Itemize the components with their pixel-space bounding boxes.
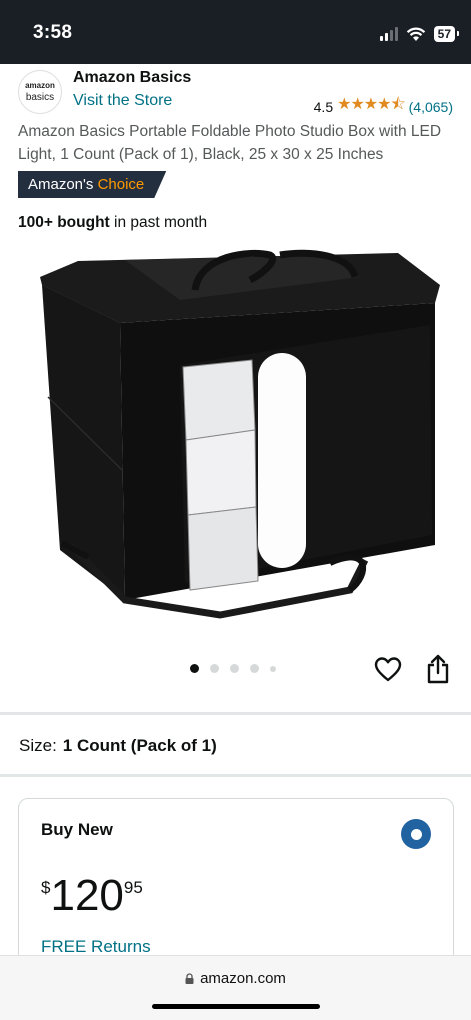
status-bar: 3:58 57 (0, 0, 471, 64)
wifi-icon (406, 26, 425, 41)
rating-summary[interactable]: 4.5 ★★★★⯪ (4,065) (314, 93, 453, 120)
address-bar[interactable]: amazon.com (0, 970, 471, 987)
carousel-dot[interactable] (230, 664, 239, 673)
price-currency: $ (41, 878, 51, 897)
lock-icon (185, 973, 194, 984)
share-icon[interactable] (426, 654, 450, 684)
brand-logo-subtext: basics (25, 92, 55, 103)
size-value: 1 Count (Pack of 1) (62, 736, 217, 755)
free-returns-link[interactable]: FREE Returns (41, 937, 151, 957)
rating-value: 4.5 (313, 98, 334, 115)
price: $ 120 95 (41, 872, 143, 920)
bought-count-bold: 100+ bought (18, 214, 110, 231)
size-label: Size: (19, 736, 57, 755)
buy-new-radio[interactable] (401, 819, 431, 849)
url-text: amazon.com (200, 970, 286, 987)
signal-icon (379, 27, 398, 41)
brand-logo[interactable]: amazon basics (18, 70, 62, 114)
price-whole: 120 (50, 871, 124, 920)
bought-count: 100+ bought in past month (18, 214, 207, 232)
size-selector[interactable]: Size: 1 Count (Pack of 1) (19, 736, 217, 756)
brand-logo-text: amazon (25, 81, 55, 90)
carousel-dot[interactable] (250, 664, 259, 673)
battery-indicator: 57 (433, 26, 460, 42)
section-divider (0, 712, 471, 715)
price-fraction: 95 (123, 878, 143, 897)
heart-icon[interactable] (374, 656, 402, 684)
rating-count[interactable]: (4,065) (409, 99, 453, 115)
product-title: Amazon Basics Portable Foldable Photo St… (18, 123, 442, 163)
amazons-choice-badge[interactable]: Amazon's Choice (18, 171, 166, 198)
status-time: 3:58 (33, 22, 73, 43)
brand-name: Amazon Basics (73, 69, 192, 86)
badge-accent: Choice (97, 176, 145, 193)
bought-count-rest: in past month (114, 214, 208, 231)
star-rating-icon: ★★★★⯪ (337, 96, 406, 113)
brand-row: amazon basics Amazon Basics Visit the St… (0, 64, 471, 118)
home-indicator[interactable] (152, 1004, 320, 1009)
badge-prefix: Amazon's (28, 176, 94, 193)
buy-new-title: Buy New (41, 820, 113, 839)
product-image[interactable] (30, 245, 445, 625)
browser-bottom-bar: amazon.com (0, 955, 471, 1020)
carousel-dot[interactable] (270, 665, 276, 672)
visit-store-link[interactable]: Visit the Store (73, 92, 172, 110)
status-icons: 57 (379, 26, 460, 42)
carousel-dot[interactable] (190, 664, 199, 673)
section-divider (0, 774, 471, 777)
carousel-dot[interactable] (210, 664, 219, 673)
image-carousel-dots[interactable] (190, 664, 276, 673)
